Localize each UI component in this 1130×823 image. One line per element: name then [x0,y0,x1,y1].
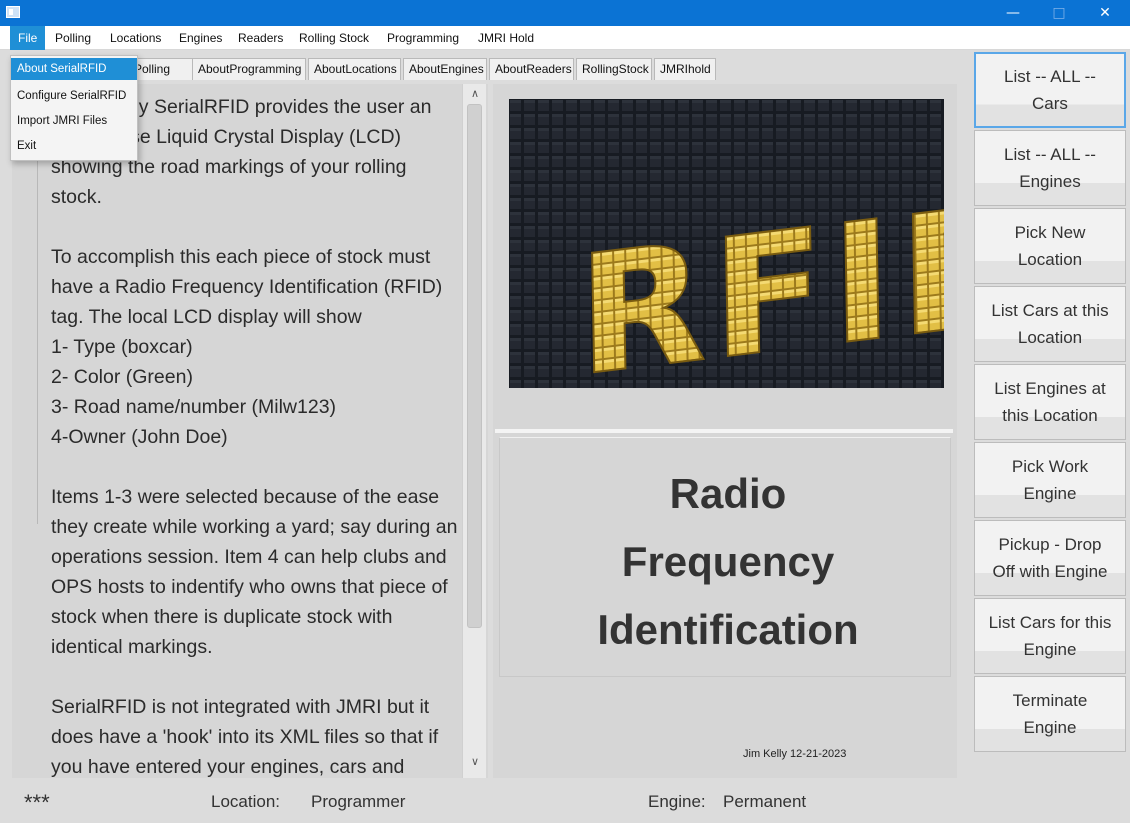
list-cars-for-engine-button[interactable]: List Cars for this Engine [974,598,1126,674]
pickup-drop-off-button[interactable]: Pickup - Drop Off with Engine [974,520,1126,596]
menu-locations[interactable]: Locations [102,26,169,50]
menu-polling[interactable]: Polling [47,26,99,50]
menu-item-about-serialrfid[interactable]: About SerialRFID [11,58,137,80]
scroll-thumb[interactable] [467,104,482,628]
status-bar: *** Location: Programmer Engine: Permane… [0,784,1130,823]
engine-label: Engine: [648,792,706,811]
title-bar: — □ ✕ [0,0,1130,26]
tab-bar: utPolling AboutProgramming AboutLocation… [10,56,956,80]
scroll-down-icon[interactable]: ∨ [469,756,481,768]
tab-jmri-hold[interactable]: JMRIhold [654,58,716,80]
menu-item-exit[interactable]: Exit [11,135,137,157]
title-line-identification: Identification [597,606,859,653]
tab-rolling-stock[interactable]: RollingStock [576,58,652,80]
menu-bar: File Polling Locations Engines Readers R… [0,26,1130,50]
command-panel: List -- ALL -- Cars List -- ALL -- Engin… [972,50,1128,756]
center-pane: RFID Radio Frequency Identification Jim … [493,84,957,778]
status-stars: *** [24,790,50,815]
terminate-engine-button[interactable]: Terminate Engine [974,676,1126,752]
file-menu-dropdown: About SerialRFID Configure SerialRFID Im… [10,55,138,161]
tab-about-locations[interactable]: AboutLocations [308,58,401,80]
close-button[interactable]: ✕ [1082,0,1128,26]
rfid-image: RFID [509,99,944,388]
panel-divider [495,429,953,433]
menu-item-configure[interactable]: Configure SerialRFID [11,85,137,107]
tab-about-engines[interactable]: AboutEngines [403,58,487,80]
location-value: Programmer [311,792,406,811]
list-engines-at-location-button[interactable]: List Engines at this Location [974,364,1126,440]
menu-item-import-jmri[interactable]: Import JMRI Files [11,110,137,132]
minimize-button[interactable]: — [990,0,1036,26]
list-all-cars-button[interactable]: List -- ALL -- Cars [974,52,1126,128]
tab-about-readers[interactable]: AboutReaders [489,58,574,80]
menu-jmri-hold[interactable]: JMRI Hold [470,26,542,50]
maximize-button[interactable]: □ [1036,0,1082,26]
pick-new-location-button[interactable]: Pick New Location [974,208,1126,284]
menu-engines[interactable]: Engines [171,26,230,50]
engine-value: Permanent [723,792,807,811]
app-icon [6,6,20,18]
list-cars-at-location-button[interactable]: List Cars at this Location [974,286,1126,362]
vertical-scrollbar[interactable]: ∧ ∨ [462,84,486,778]
title-line-frequency: Frequency [621,538,835,585]
menu-file[interactable]: File [10,26,46,50]
location-label: Location: [211,792,280,811]
menu-programming[interactable]: Programming [379,26,467,50]
title-line-radio: Radio [669,470,787,517]
menu-rolling-stock[interactable]: Rolling Stock [291,26,377,50]
tab-about-programming[interactable]: AboutProgramming [192,58,306,80]
page-title: Radio Frequency Identification [513,460,943,664]
scroll-up-icon[interactable]: ∧ [469,88,481,100]
about-text: Incidentally SerialRFID provides the use… [51,96,458,778]
author-credit: Jim Kelly 12-21-2023 [743,748,847,760]
list-all-engines-button[interactable]: List -- ALL -- Engines [974,130,1126,206]
about-text-pane: Incidentally SerialRFID provides the use… [12,84,488,778]
pick-work-engine-button[interactable]: Pick Work Engine [974,442,1126,518]
menu-readers[interactable]: Readers [230,26,291,50]
